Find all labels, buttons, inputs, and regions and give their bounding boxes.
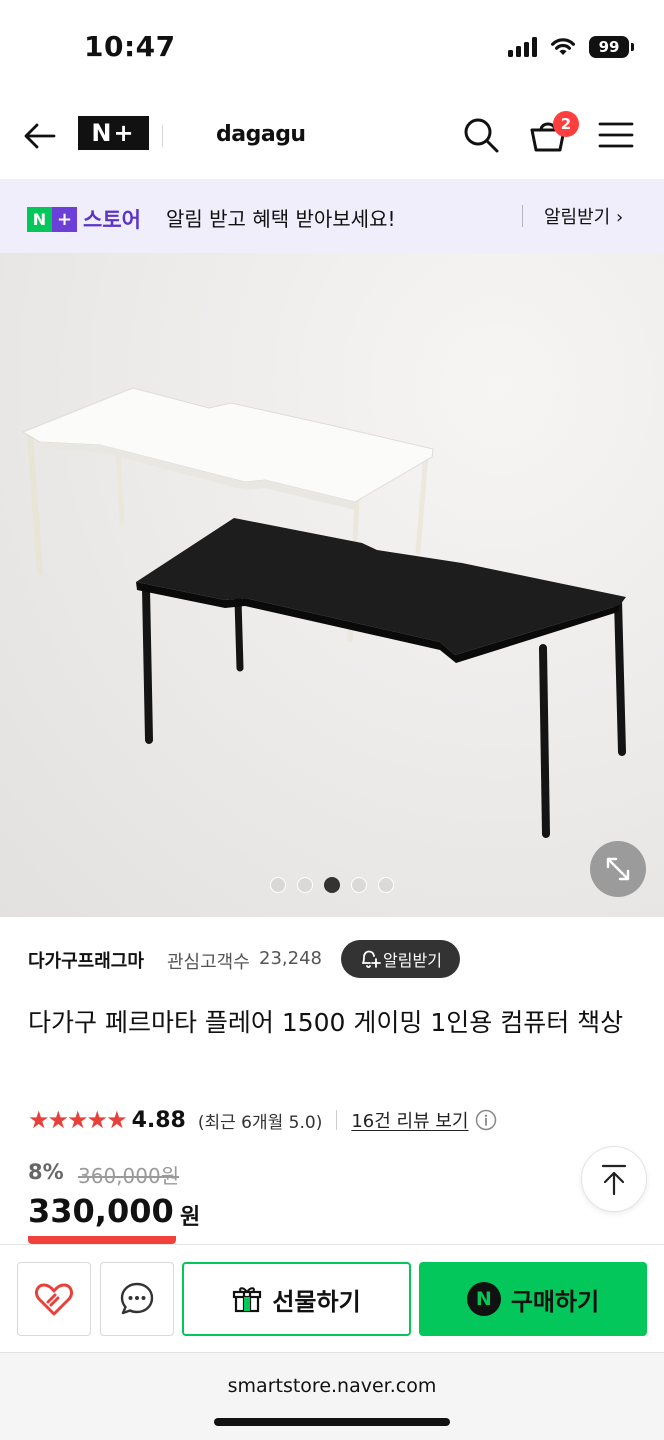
status-bar: 10:47 99 [0, 0, 664, 96]
cut-off-benefit-price [28, 1236, 328, 1244]
header-divider [162, 125, 163, 147]
back-arrow-icon[interactable] [22, 118, 58, 154]
url-bar[interactable]: smartstore.naver.com [0, 1375, 664, 1397]
status-time: 10:47 [84, 30, 176, 63]
chat-bubble-icon [120, 1282, 154, 1315]
product-title: 다가구 페르마타 플레어 1500 게이밍 1인용 컴퓨터 책상 [28, 1008, 624, 1037]
browser-footer: smartstore.naver.com [0, 1352, 664, 1440]
original-price: 360,000원 [78, 1164, 180, 1188]
rating-score: 4.88 [131, 1107, 186, 1133]
status-icons: 99 [508, 36, 634, 58]
wish-button[interactable] [17, 1262, 91, 1336]
carousel-dot[interactable] [378, 877, 394, 893]
seller-name[interactable]: 다가구프래그마 [28, 947, 144, 973]
carousel-dot[interactable] [351, 877, 367, 893]
expand-image-button[interactable] [590, 841, 646, 897]
npay-icon: N [466, 1282, 501, 1316]
heart-plus-icon [35, 1283, 73, 1316]
cellular-signal-icon [508, 37, 537, 57]
battery-icon: 99 [589, 36, 634, 58]
gift-icon [233, 1287, 262, 1313]
review-link[interactable]: 16건 리뷰 보기 [351, 1107, 468, 1133]
rating-stars-icon: ★★★★★ [28, 1106, 128, 1134]
notice-message: 알림 받고 혜택 받아보세요! [166, 207, 396, 231]
sale-price: 330,000 [28, 1192, 174, 1230]
gift-label: 선물하기 [272, 1287, 361, 1316]
notice-divider [522, 205, 523, 227]
top-navigation: N+ dagagu 2 [0, 96, 664, 178]
scroll-to-top-button[interactable] [581, 1146, 647, 1212]
notice-alarm-link[interactable]: 알림받기 › [544, 203, 623, 229]
naver-plus-logo[interactable]: N+ [78, 116, 149, 150]
seller-alarm-label: 알림받기 [383, 951, 442, 970]
recent-rating: (최근 6개월 5.0) [197, 1112, 323, 1133]
rating-row: ★★★★★ 4.88 (최근 6개월 5.0) 16건 리뷰 보기 [28, 1104, 497, 1136]
product-image[interactable] [0, 253, 664, 917]
seller-alarm-button[interactable]: 알림받기 [341, 940, 460, 978]
nplus-store-icon: N + [27, 206, 77, 232]
price-unit: 원 [180, 1205, 201, 1230]
image-carousel-dots[interactable] [270, 877, 394, 893]
badge-plus: + [52, 206, 77, 232]
rating-divider [336, 1110, 338, 1130]
store-label: 스토어 [83, 208, 141, 232]
cart-count-badge: 2 [553, 111, 579, 137]
battery-level: 99 [589, 36, 629, 58]
buy-button[interactable]: N 구매하기 [419, 1262, 647, 1336]
arrow-up-icon [601, 1164, 627, 1196]
nplus-store-badge: N + 스토어 [27, 204, 141, 234]
buy-label: 구매하기 [510, 1287, 600, 1316]
purchase-action-bar: 선물하기 N 구매하기 [0, 1244, 664, 1352]
fan-count-label: 관심고객수 [167, 952, 250, 973]
gift-button[interactable]: 선물하기 [182, 1262, 411, 1336]
info-icon[interactable] [475, 1109, 497, 1131]
bell-plus-icon [362, 950, 381, 969]
fan-count-value: 23,248 [259, 948, 322, 969]
carousel-dot[interactable] [270, 877, 286, 893]
carousel-dot[interactable] [297, 877, 313, 893]
search-icon[interactable] [462, 116, 500, 154]
badge-n: N [27, 206, 52, 232]
menu-icon[interactable] [598, 121, 634, 149]
expand-icon [606, 857, 630, 881]
talk-button[interactable] [100, 1262, 174, 1336]
desk-photo [21, 387, 626, 838]
home-indicator[interactable] [214, 1418, 450, 1426]
carousel-dot[interactable] [324, 877, 340, 893]
brand-logo[interactable]: dagagu [216, 122, 306, 147]
wifi-icon [551, 38, 575, 55]
store-notice-banner[interactable]: N + 스토어 알림 받고 혜택 받아보세요! 알림받기 › [0, 179, 664, 253]
discount-rate: 8% [28, 1160, 64, 1184]
